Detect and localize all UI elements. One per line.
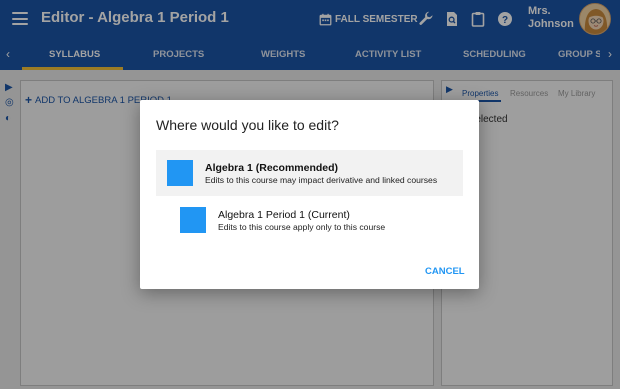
course-color-swatch (180, 207, 206, 233)
cancel-button[interactable]: CANCEL (425, 266, 465, 277)
option-description: Edits to this course apply only to this … (218, 222, 386, 232)
option-name: Algebra 1 (Recommended) (205, 162, 339, 174)
option-description: Edits to this course may impact derivati… (205, 175, 438, 185)
dialog-title: Where would you like to edit? (156, 117, 339, 133)
option-name: Algebra 1 Period 1 (Current) (218, 209, 350, 221)
edit-target-dialog: Where would you like to edit? Algebra 1 … (140, 100, 479, 289)
course-color-swatch (167, 160, 193, 186)
option-algebra-1-recommended[interactable]: Algebra 1 (Recommended) Edits to this co… (156, 150, 463, 196)
option-algebra-1-period-1-current[interactable]: Algebra 1 Period 1 (Current) Edits to th… (170, 199, 463, 245)
